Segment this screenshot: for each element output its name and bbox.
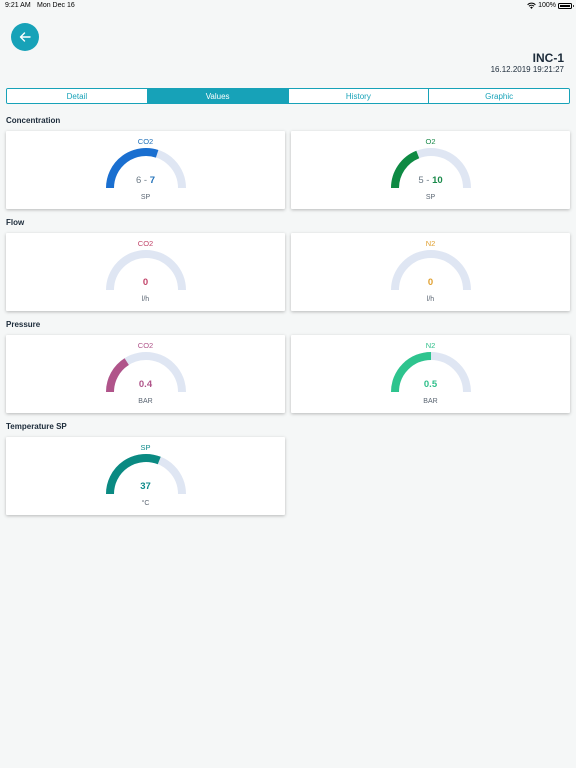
battery-percent: 100% <box>538 2 556 9</box>
gauge-label: CO2 <box>137 341 154 350</box>
gauge-unit: BAR <box>138 398 153 405</box>
gauge-unit: °C <box>141 500 150 507</box>
gauge-card-pressure-n2: N2 0.5 BAR <box>291 335 570 413</box>
gauge-unit: SP <box>140 194 151 201</box>
gauge-unit: l/h <box>426 296 435 303</box>
device-timestamp: 16.12.2019 19:21:27 <box>490 65 564 74</box>
gauge-value: 37 <box>140 481 151 492</box>
status-time: 9:21 AM <box>5 2 31 9</box>
gauge-card-temperature-sp: SP 37 °C <box>6 437 285 515</box>
gauge-label: N2 <box>425 341 436 350</box>
gauge-label: CO2 <box>137 137 154 146</box>
gauge-card-flow-n2: N2 0 l/h <box>291 233 570 311</box>
gauge-card-concentration-co2: CO2 6 - 7 SP <box>6 131 285 209</box>
tab-values[interactable]: Values <box>147 89 289 103</box>
gauge-unit: SP <box>425 194 436 201</box>
gauge-label: SP <box>140 443 151 452</box>
arrow-left-icon <box>19 32 31 42</box>
gauge-card-flow-co2: CO2 0 l/h <box>6 233 285 311</box>
gauge-card-concentration-o2: O2 5 - 10 SP <box>291 131 570 209</box>
tab-graphic[interactable]: Graphic <box>429 89 569 103</box>
gauge-value: 5 - 10 <box>418 175 443 186</box>
gauge-unit: l/h <box>141 296 150 303</box>
tab-detail[interactable]: Detail <box>7 89 148 103</box>
gauge-value: 0 <box>427 277 434 288</box>
gauge-value: 0.4 <box>138 379 153 390</box>
back-button[interactable] <box>11 23 39 51</box>
wifi-icon <box>527 2 536 9</box>
gauge-label: N2 <box>425 239 436 248</box>
section-title-concentration: Concentration <box>6 116 61 125</box>
gauge-value: 0.5 <box>423 379 438 390</box>
gauge-value: 6 - 7 <box>135 175 156 186</box>
device-title: INC-1 <box>532 51 564 65</box>
gauge-card-pressure-co2: CO2 0.4 BAR <box>6 335 285 413</box>
gauge-label: O2 <box>425 137 436 146</box>
gauge-unit: BAR <box>423 398 438 405</box>
tab-history[interactable]: History <box>288 89 430 103</box>
gauge-value: 0 <box>142 277 149 288</box>
section-title-flow: Flow <box>6 218 25 227</box>
section-title-temperature: Temperature SP <box>6 422 67 431</box>
battery-icon <box>558 3 574 9</box>
gauge-label: CO2 <box>137 239 154 248</box>
status-bar: 9:21 AM Mon Dec 16 100% <box>0 0 576 12</box>
section-title-pressure: Pressure <box>6 320 41 329</box>
segmented-tabs: Detail Values History Graphic <box>6 88 570 104</box>
status-date: Mon Dec 16 <box>37 2 75 9</box>
